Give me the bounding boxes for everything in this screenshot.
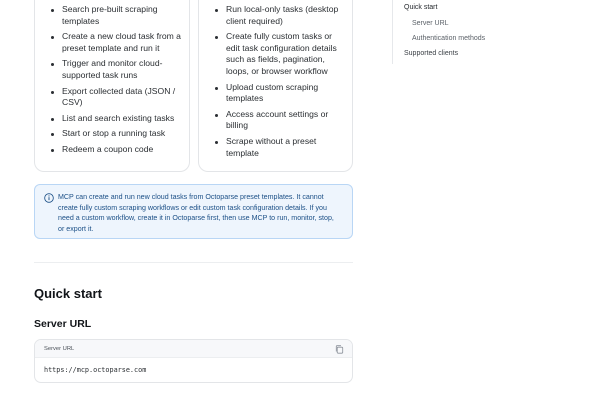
server-url-heading: Server URL — [34, 318, 92, 330]
code-block-title: Server URL — [44, 346, 75, 352]
callout-text: MCP can create and run new cloud tasks f… — [58, 193, 334, 233]
toc-item-quick-start[interactable]: Quick start — [404, 4, 437, 11]
list-item: Export collected data (JSON / CSV) — [51, 86, 181, 109]
toc-item-authentication-methods[interactable]: Authentication methods — [412, 35, 485, 42]
limitations-list: Run local-only tasks (desktop client req… — [199, 0, 352, 159]
copy-icon[interactable] — [334, 344, 345, 355]
code-block-header: Server URL — [35, 340, 352, 358]
list-item: Access account settings or billing — [215, 109, 344, 132]
list-item: Scrape without a preset template — [215, 136, 344, 159]
list-item: Run local-only tasks (desktop client req… — [215, 4, 344, 27]
limitations-card: Run local-only tasks (desktop client req… — [198, 0, 353, 172]
list-item: List and search existing tasks — [51, 113, 181, 125]
quick-start-heading: Quick start — [34, 286, 102, 301]
list-item: Search pre-built scraping templates — [51, 4, 181, 27]
toc-item-supported-clients[interactable]: Supported clients — [404, 50, 458, 57]
server-url-code[interactable]: https://mcp.octoparse.com — [44, 366, 146, 374]
capabilities-list: Search pre-built scraping templates Crea… — [35, 0, 189, 156]
section-divider — [34, 262, 353, 263]
list-item: Create a new cloud task from a preset te… — [51, 31, 181, 53]
list-item: Create fully custom tasks or edit task c… — [215, 31, 344, 77]
info-icon — [44, 193, 54, 203]
toc-item-server-url[interactable]: Server URL — [412, 20, 449, 27]
list-item: Start or stop a running task — [51, 128, 181, 140]
info-callout: MCP can create and run new cloud tasks f… — [34, 184, 353, 239]
server-url-code-block: Server URL https://mcp.octoparse.com — [34, 339, 353, 383]
capabilities-card: Search pre-built scraping templates Crea… — [34, 0, 190, 172]
list-item: Redeem a coupon code — [51, 144, 181, 156]
list-item: Trigger and monitor cloud-supported task… — [51, 58, 181, 81]
list-item: Upload custom scraping templates — [215, 82, 344, 105]
